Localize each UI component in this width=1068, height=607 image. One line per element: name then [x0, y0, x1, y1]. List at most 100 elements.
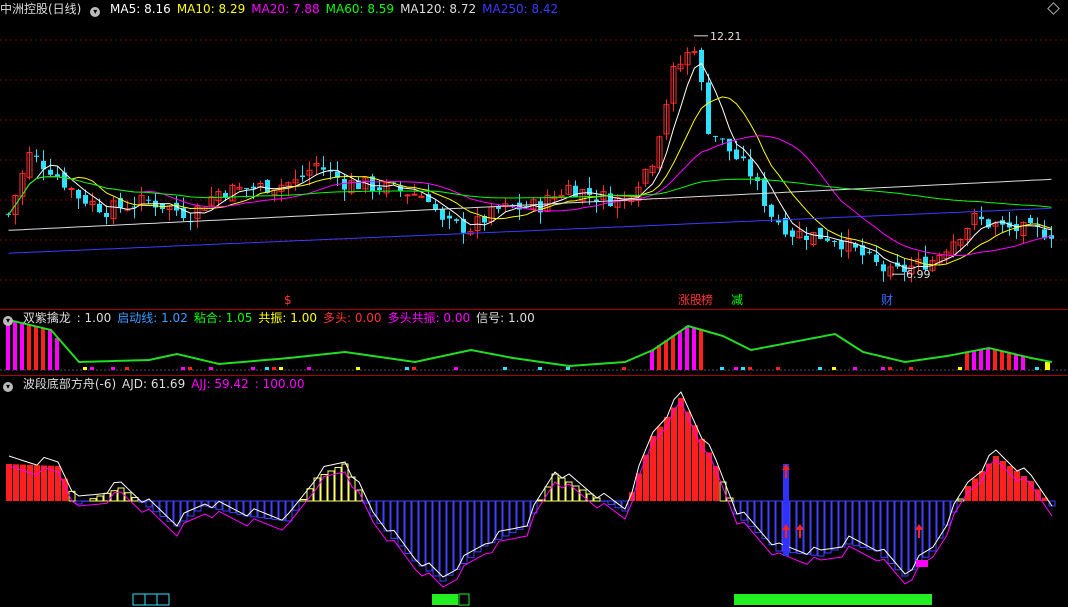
ark-bar-down — [229, 500, 237, 514]
ma-line-20 — [8, 135, 1052, 256]
candle-body — [1028, 217, 1033, 224]
ark-bar-down — [488, 500, 496, 544]
signal-tick — [125, 367, 129, 370]
ma-value-1: MA10: 8.29 — [176, 2, 246, 16]
signal-tick — [832, 367, 836, 370]
candlestick-chart[interactable]: 12.216.99$ 涨股榜减财 — [0, 0, 1068, 310]
ark-bar-down — [481, 500, 489, 547]
ark-bar-down — [768, 500, 776, 546]
ark-bar-down — [761, 500, 769, 540]
candle-body — [558, 195, 565, 198]
candle-body — [867, 251, 872, 253]
main-chart-panel[interactable]: 中洲控股(日线) ▾ MA5: 8.16 MA10: 8.29 MA20: 7.88… — [0, 0, 1068, 310]
signal-tick — [566, 367, 570, 370]
candle-body — [776, 220, 781, 223]
ark-bar-up — [1028, 481, 1034, 501]
ark-bar-down — [404, 500, 412, 554]
ark-bar-up — [692, 425, 698, 501]
signal-bar — [13, 321, 17, 370]
ark-bar-down — [278, 500, 286, 521]
indicator-2-chart[interactable] — [0, 376, 1068, 607]
ma-line-250 — [8, 207, 1052, 254]
candle-body — [104, 212, 109, 218]
signal-tick — [90, 367, 94, 370]
indicator-2-header: ▾ 波段底部方舟(-6) AJD: 61.69 AJJ: 59.42: 100.0… — [0, 376, 317, 392]
ark-bar-up — [678, 398, 684, 501]
ark-bar-up — [299, 499, 307, 502]
ind1-value-3: 共振: 1.00 — [258, 311, 317, 325]
signal-bar — [664, 340, 668, 370]
signal-tick — [622, 367, 626, 370]
signal-bar — [1000, 351, 1004, 370]
ark-bar-up — [41, 465, 47, 501]
signal-tick — [776, 367, 780, 370]
ark-bar-up — [6, 464, 12, 501]
event-marker: 减 — [731, 293, 743, 307]
ark-bar-up — [89, 498, 97, 502]
chevron-down-icon[interactable]: ▾ — [90, 7, 101, 17]
ark-bar-down — [145, 500, 153, 508]
signal-bar — [986, 348, 990, 370]
signal-bar — [55, 338, 59, 370]
indicator-panel-2[interactable]: ▾ 波段底部方舟(-6) AJD: 61.69 AJJ: 59.42: 100.0… — [0, 376, 1068, 607]
signal-bar — [1007, 353, 1011, 370]
ind2-value-2: : 100.00 — [254, 377, 305, 391]
ark-bar-down — [411, 500, 419, 562]
ark-bar-down — [523, 500, 531, 527]
ma-value-3: MA60: 8.59 — [325, 2, 395, 16]
candle-body — [433, 204, 438, 210]
ind2-value-1: AJJ: 59.42 — [191, 377, 249, 391]
signal-tick — [958, 367, 962, 370]
candle-body — [839, 240, 844, 250]
event-marker: 涨 — [678, 292, 690, 307]
indicator-1-name[interactable]: 双紫擒龙 — [23, 311, 71, 325]
signal-tick — [307, 367, 311, 370]
candle-body — [146, 199, 151, 201]
indicator-panel-1[interactable]: ▾ 双紫擒龙 : 1.00 启动线: 1.02 粘合: 1.05 共振: 1.00 多头… — [0, 310, 1068, 375]
signal-tick — [188, 367, 192, 370]
candle-body — [411, 193, 418, 196]
ark-bar-down — [474, 500, 482, 553]
ind1-value-2: 粘合: 1.05 — [193, 311, 253, 325]
signal-tick — [454, 367, 458, 370]
ark-bar-down — [257, 500, 265, 519]
chevron-down-icon[interactable]: ▾ — [3, 316, 13, 326]
ark-bar-down — [922, 500, 930, 558]
stock-title[interactable]: 中洲控股(日线) — [0, 2, 81, 16]
ark-bar-down — [75, 500, 83, 505]
ark-bar-down — [824, 500, 832, 554]
signal-bar — [979, 349, 983, 370]
ark-bar-down — [873, 500, 881, 552]
signal-bar — [6, 320, 10, 370]
candle-body — [342, 178, 347, 190]
signal-bar — [965, 352, 969, 370]
ark-bar-up — [965, 486, 971, 501]
candle-body — [300, 175, 305, 177]
indicator-2-name[interactable]: 波段底部方舟(-6) — [23, 377, 116, 391]
signal-bar — [678, 330, 682, 370]
signal-bar — [27, 325, 31, 370]
bottom-signal-bar — [734, 594, 932, 605]
candle-body — [720, 138, 725, 140]
ark-bar-up — [671, 407, 677, 501]
indicator-1-legend: : 1.00 启动线: 1.02 粘合: 1.05 共振: 1.00 多头: 0.00 多… — [77, 311, 541, 325]
signal-tick — [818, 367, 822, 370]
event-marker: 财 — [881, 293, 893, 307]
candle-body — [68, 187, 75, 190]
candle-body — [97, 203, 102, 213]
candle-body — [83, 194, 88, 204]
signal-tick — [1035, 367, 1039, 370]
ind1-value-4: 多头: 0.00 — [322, 311, 382, 325]
ark-bar-down — [789, 500, 797, 554]
signal-tick — [272, 367, 276, 370]
signal-bar — [692, 328, 696, 370]
ind1-value-6: 信号: 1.00 — [476, 311, 535, 325]
chevron-down-icon[interactable]: ▾ — [3, 382, 13, 392]
signal-tick — [265, 367, 269, 370]
ark-bar-down — [383, 500, 391, 532]
candle-body — [34, 155, 39, 157]
candle-body — [377, 187, 382, 191]
candle-body — [440, 209, 445, 220]
ark-bar-down — [859, 500, 867, 548]
candle-body — [418, 195, 425, 198]
